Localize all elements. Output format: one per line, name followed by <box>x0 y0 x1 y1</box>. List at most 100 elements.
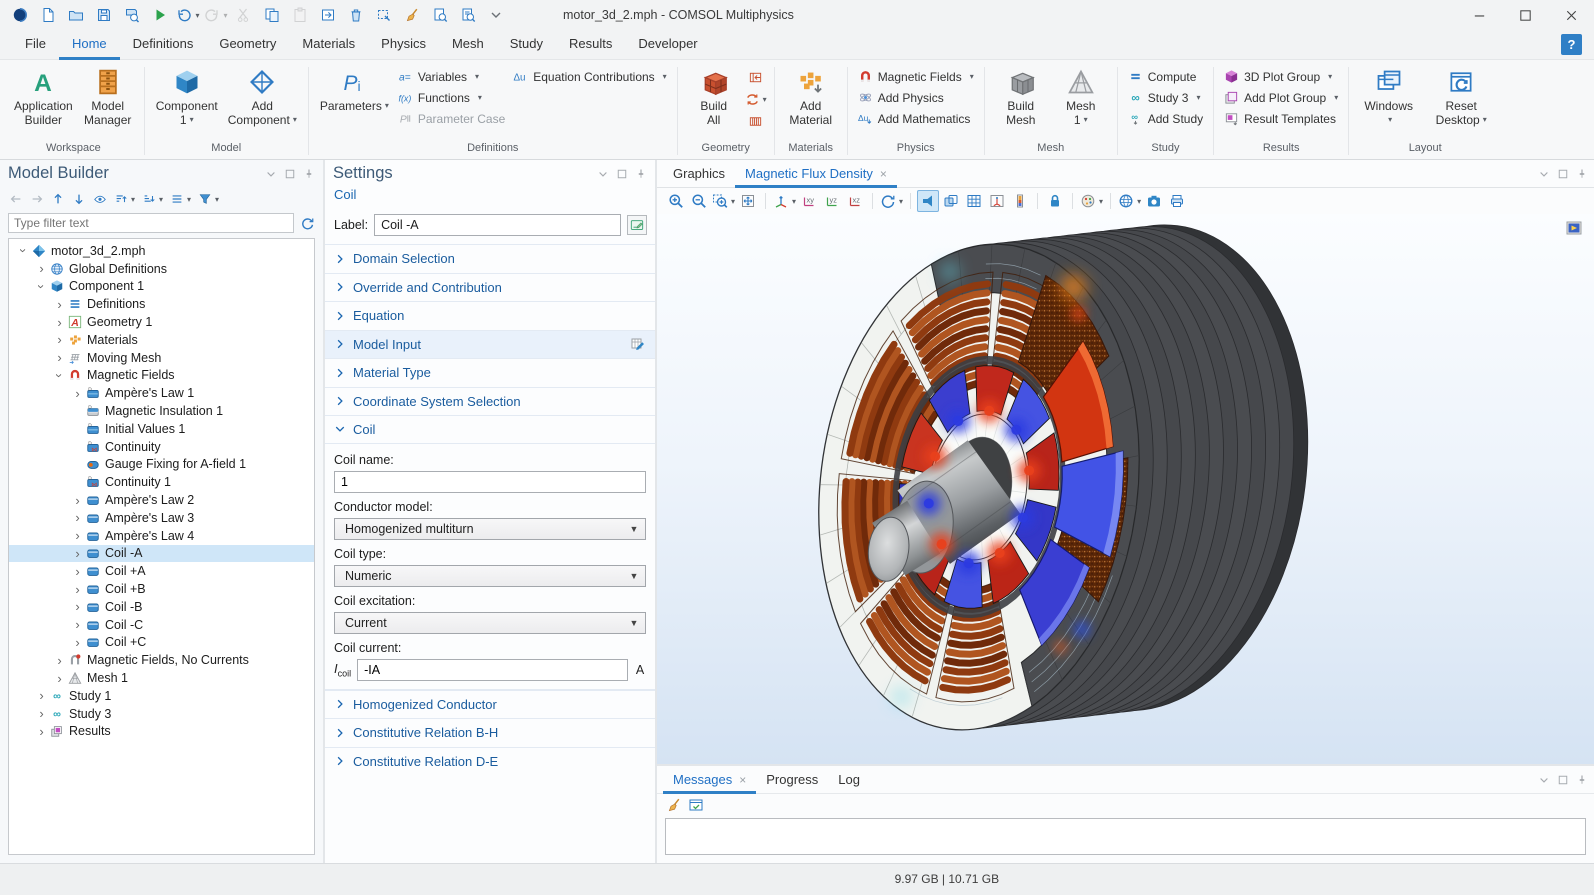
section-constitutive-relation-d-e[interactable]: Constitutive Relation D-E <box>325 747 655 776</box>
study-3-button[interactable]: ∞ Study 3 <box>1125 87 1206 108</box>
section-homogenized-conductor[interactable]: Homogenized Conductor <box>325 690 655 719</box>
functions-button[interactable]: f(x) Functions <box>395 87 508 108</box>
expander-icon[interactable]: › <box>16 244 31 257</box>
find-button[interactable] <box>428 4 452 26</box>
menu-developer[interactable]: Developer <box>625 30 710 60</box>
expander-icon[interactable]: › <box>53 315 66 330</box>
add-component-button[interactable]: Add Component <box>224 66 301 129</box>
panel-menu-icon[interactable] <box>597 168 609 180</box>
expander-icon[interactable]: › <box>34 280 49 293</box>
tree-item-magnetic-fields-no-currents[interactable]: ›Magnetic Fields, No Currents <box>9 651 314 669</box>
section-override-and-contribution[interactable]: Override and Contribution <box>325 273 655 302</box>
panel-float-icon[interactable] <box>284 168 296 180</box>
tree-item-study-1[interactable]: ›∞Study 1 <box>9 687 314 705</box>
zoom-out-button[interactable] <box>688 190 710 212</box>
minimize-button[interactable] <box>1456 0 1502 30</box>
section-domain-selection[interactable]: Domain Selection <box>325 244 655 273</box>
select-box-button[interactable] <box>372 4 396 26</box>
tree-item-amp-re-s-law-3[interactable]: ›Ampère's Law 3 <box>9 509 314 527</box>
tree-item-coil-a[interactable]: ›Coil +A <box>9 562 314 580</box>
tree-item-initial-values-1[interactable]: DInitial Values 1 <box>9 420 314 438</box>
filter-tree-button[interactable] <box>198 192 219 206</box>
variables-button[interactable]: a= Variables <box>395 66 508 87</box>
close-tab-icon[interactable]: × <box>880 161 887 187</box>
application-builder-button[interactable]: A Application Builder <box>10 66 77 129</box>
panel-float-icon[interactable] <box>616 168 628 180</box>
tree-item-coil-c[interactable]: ›Coil -C <box>9 616 314 634</box>
menu-materials[interactable]: Materials <box>289 30 368 60</box>
rebuild-geometry-button[interactable] <box>745 89 767 109</box>
expander-icon[interactable]: › <box>35 706 48 721</box>
panel-float-icon[interactable] <box>1557 168 1569 180</box>
expander-icon[interactable]: › <box>53 653 66 668</box>
tree-item-geometry-1[interactable]: ›AGeometry 1 <box>9 313 314 331</box>
expander-icon[interactable]: › <box>35 261 48 276</box>
tree-item-moving-mesh[interactable]: ›Moving Mesh <box>9 349 314 367</box>
close-tab-icon[interactable]: × <box>739 767 746 793</box>
windows-button[interactable]: Windows <box>1360 66 1418 129</box>
tree-item-mesh-1[interactable]: ›Mesh 1 <box>9 669 314 687</box>
expander-icon[interactable]: › <box>71 386 84 401</box>
panel-menu-icon[interactable] <box>1538 168 1550 180</box>
tab-progress[interactable]: Progress <box>756 766 828 794</box>
component-1-button[interactable]: Component 1 <box>152 66 222 129</box>
section-model-input[interactable]: Model Input <box>325 330 655 359</box>
menu-study[interactable]: Study <box>497 30 556 60</box>
print-button[interactable] <box>1166 190 1188 212</box>
build-mesh-button[interactable]: Build Mesh <box>992 66 1050 129</box>
tree-item-materials[interactable]: ›Materials <box>9 331 314 349</box>
new-file-button[interactable] <box>36 4 60 26</box>
show-color-legend-button[interactable] <box>1009 190 1031 212</box>
zoom-box-button[interactable] <box>711 190 736 212</box>
clear-messages-button[interactable] <box>666 797 682 813</box>
tree-item-continuity[interactable]: D⋈Continuity <box>9 438 314 456</box>
import-geometry-button[interactable] <box>745 67 767 87</box>
3d-plot-group-button[interactable]: 3D Plot Group <box>1221 66 1341 87</box>
view-xy-button[interactable]: xy <box>798 190 820 212</box>
panel-pin-icon[interactable] <box>1576 774 1588 786</box>
tree-item-definitions[interactable]: ›Definitions <box>9 295 314 313</box>
environment-reflections-button[interactable] <box>1117 190 1142 212</box>
menu-file[interactable]: File <box>12 30 59 60</box>
lock-view-button[interactable] <box>1044 190 1066 212</box>
color-theme-button[interactable] <box>1079 190 1104 212</box>
redo-button[interactable] <box>204 4 228 26</box>
expander-icon[interactable]: › <box>71 617 84 632</box>
tab-log[interactable]: Log <box>828 766 870 794</box>
transparency-button[interactable] <box>940 190 962 212</box>
cut-button[interactable] <box>232 4 256 26</box>
open-in-new-window-button[interactable] <box>688 797 704 813</box>
view-xz-button[interactable]: xz <box>844 190 866 212</box>
panel-pin-icon[interactable] <box>1576 168 1588 180</box>
menu-physics[interactable]: Physics <box>368 30 439 60</box>
show-options-button[interactable] <box>93 192 107 206</box>
search-settings-button[interactable] <box>456 4 480 26</box>
clear-selection-button[interactable] <box>400 4 424 26</box>
customize-quick-access-button[interactable] <box>484 4 508 26</box>
mesh-1-button[interactable]: Mesh 1 <box>1052 66 1110 129</box>
panel-pin-icon[interactable] <box>635 168 647 180</box>
panel-pin-icon[interactable] <box>303 168 315 180</box>
refresh-icon[interactable] <box>300 216 315 231</box>
move-down-button[interactable] <box>72 192 86 206</box>
expander-icon[interactable]: › <box>53 350 66 365</box>
plot-thumbnail-button[interactable] <box>1564 220 1584 236</box>
rename-button[interactable] <box>627 215 647 235</box>
messages-output[interactable] <box>665 818 1586 855</box>
comsol-logo-button[interactable] <box>8 4 32 26</box>
expander-icon[interactable]: › <box>35 688 48 703</box>
tree-item-amp-re-s-law-2[interactable]: ›Ampère's Law 2 <box>9 491 314 509</box>
parameter-case-button[interactable]: P Parameter Case <box>395 108 508 129</box>
coil-excitation-select[interactable]: Current ▼ <box>334 612 646 634</box>
coil-name-input[interactable] <box>334 471 646 493</box>
tree-item-amp-re-s-law-4[interactable]: ›Ampère's Law 4 <box>9 527 314 545</box>
expander-icon[interactable]: › <box>71 493 84 508</box>
show-grid-button[interactable] <box>963 190 985 212</box>
section-coil[interactable]: Coil <box>325 415 655 444</box>
model-manager-button[interactable]: Model Manager <box>79 66 137 129</box>
menu-results[interactable]: Results <box>556 30 625 60</box>
reset-desktop-button[interactable]: Reset Desktop <box>1432 66 1491 129</box>
physics-interface-selector[interactable]: Magnetic Fields <box>855 66 977 87</box>
save-button[interactable] <box>92 4 116 26</box>
tree-item-motor-3d-2-mph[interactable]: ›motor_3d_2.mph <box>9 242 314 260</box>
